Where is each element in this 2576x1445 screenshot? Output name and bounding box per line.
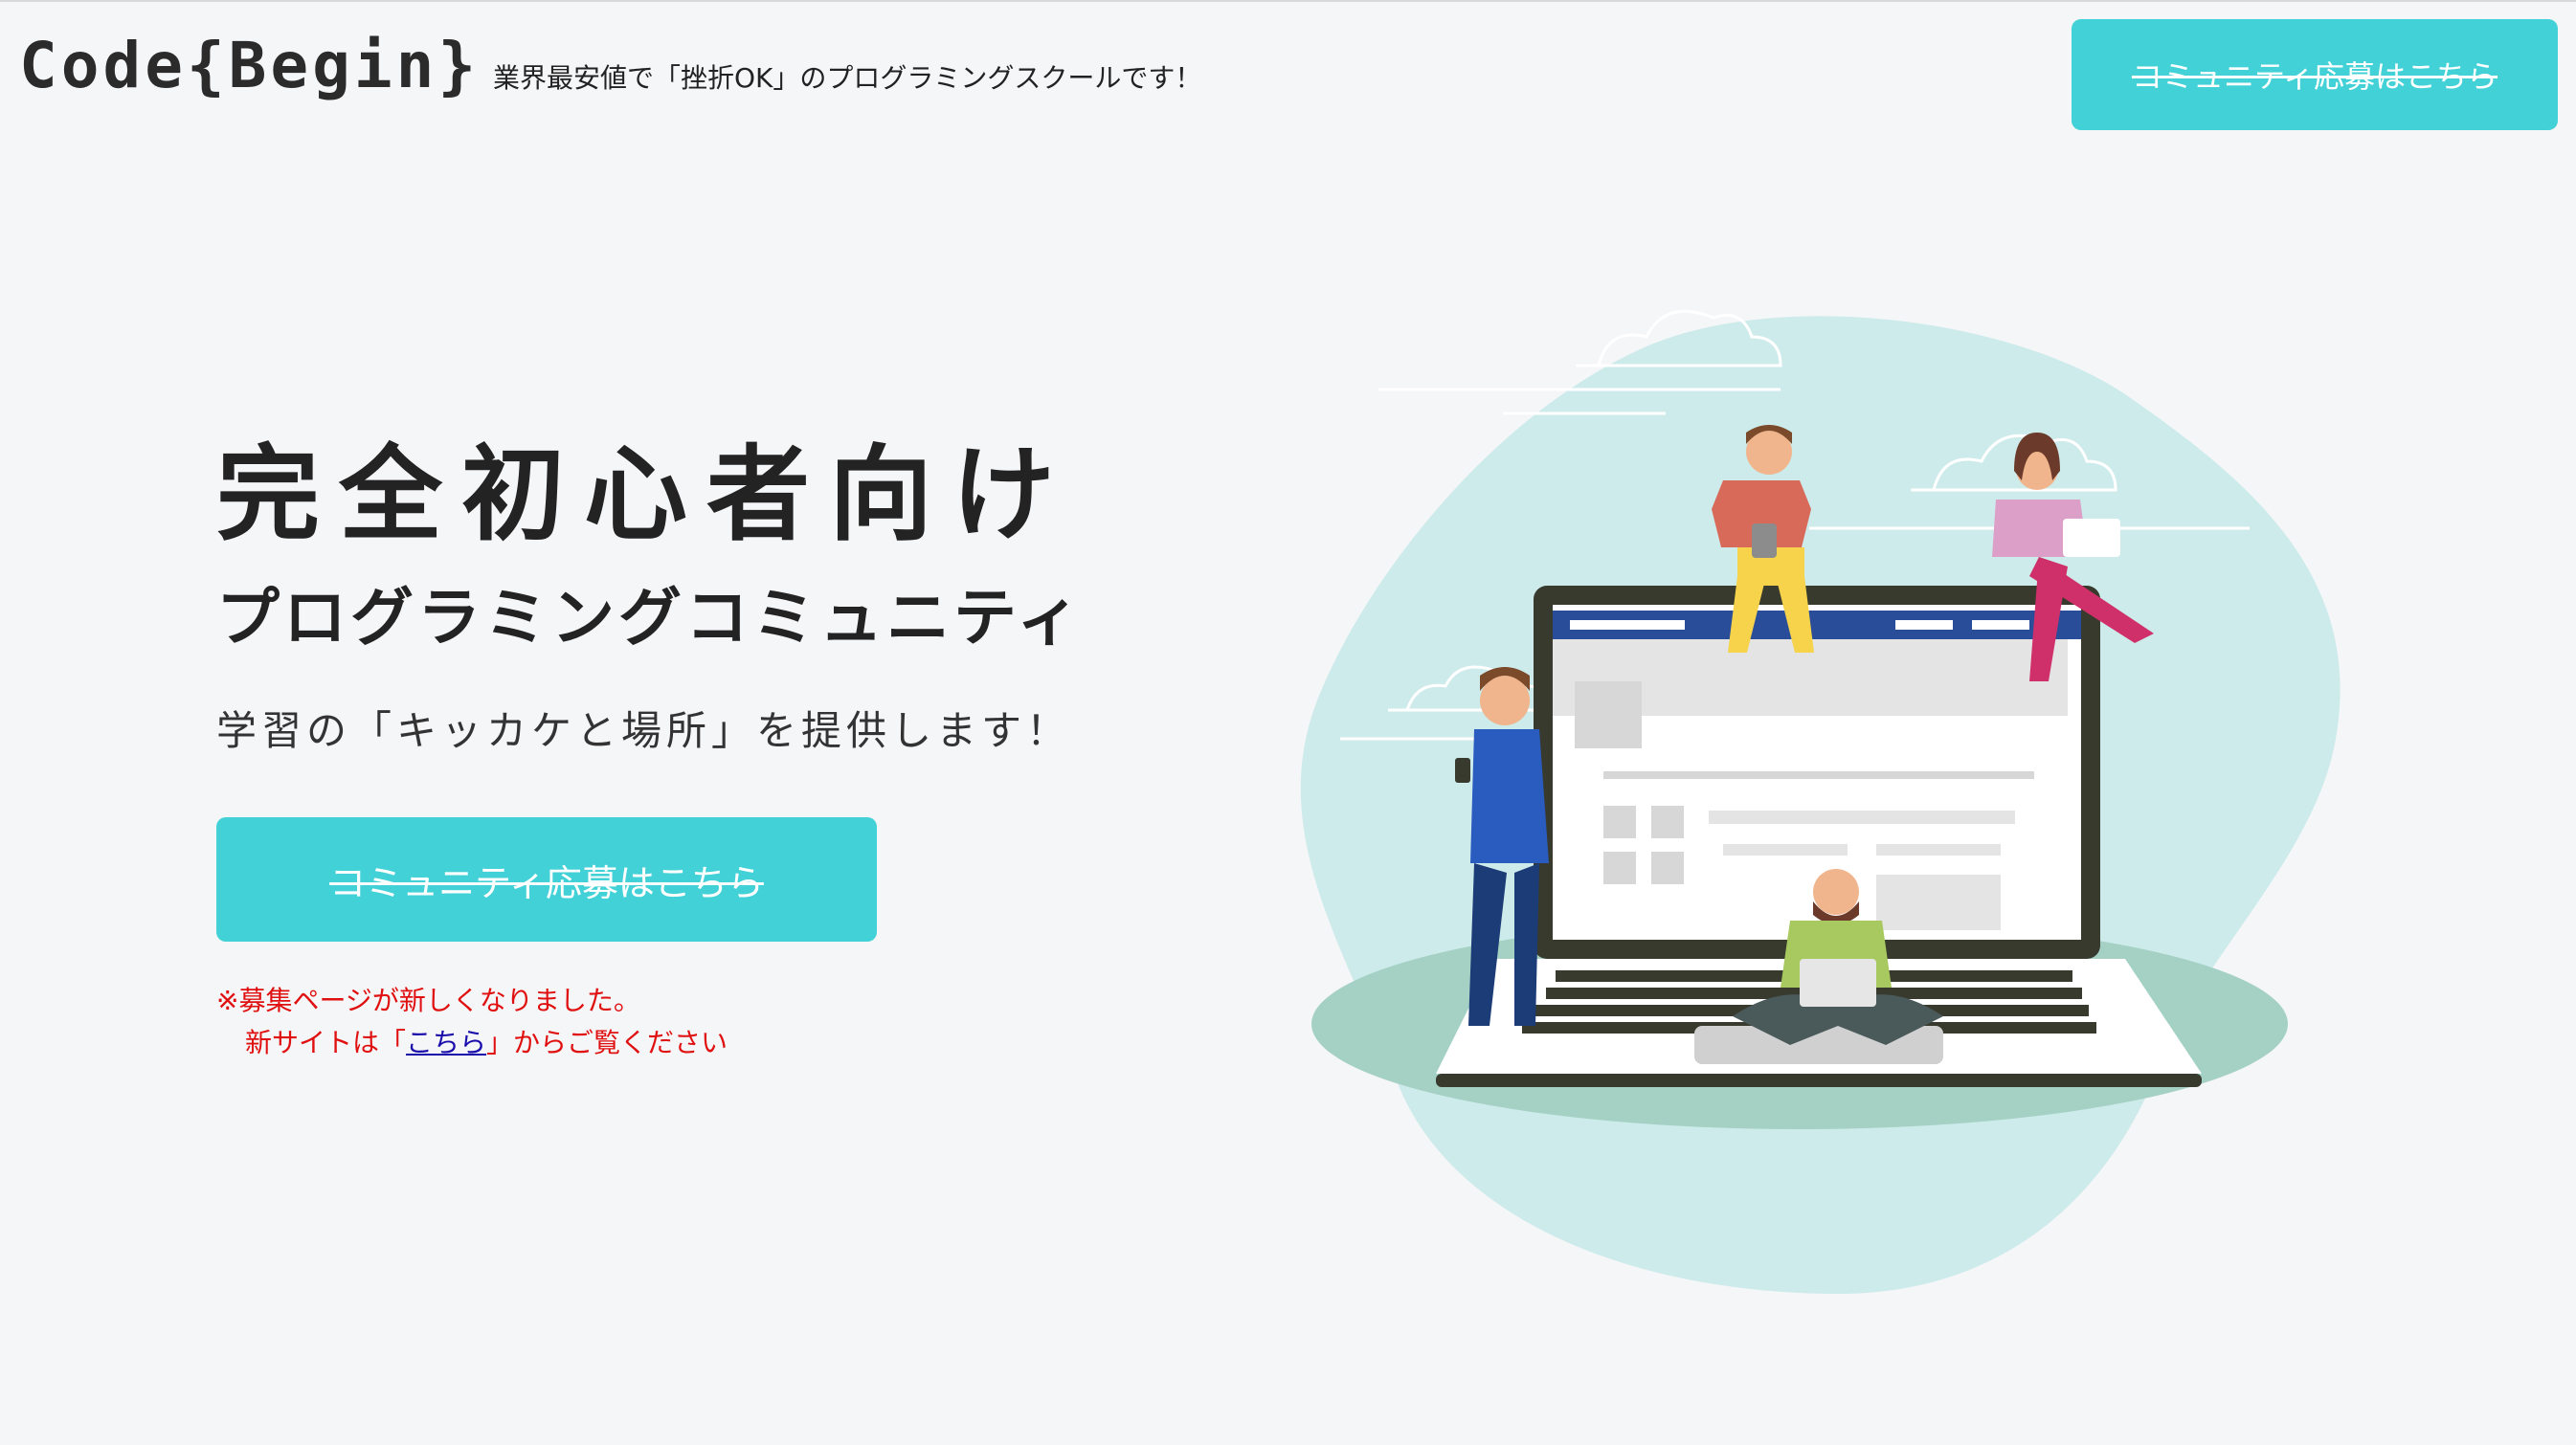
header-tagline: 業界最安値で「挫折OK」のプログラミングスクールです！ (493, 62, 1202, 94)
site-logo[interactable]: Code{Begin} (19, 29, 480, 102)
notice-line-1: ※募集ページが新しくなりました。 (216, 985, 640, 1016)
screen-avatar (1575, 681, 1642, 748)
notice-suffix: 」からご覧ください (486, 1027, 728, 1058)
notice-line-2: 新サイトは「こちら」からご覧ください (216, 1022, 728, 1064)
hero-subtitle: プログラミングコミュニティ (216, 581, 1085, 655)
hero-apply-button[interactable]: コミュニティ応募はこちら (216, 817, 877, 942)
hero-title: 完全初心者向け (216, 435, 1075, 555)
header-apply-button[interactable]: コミュニティ応募はこちら (2072, 19, 2558, 130)
hero-description: 学習の「キッカケと場所」を提供します！ (216, 707, 1072, 754)
new-site-link[interactable]: こちら (406, 1027, 486, 1058)
hero-illustration (1300, 309, 2341, 1294)
notice-message: ※募集ページが新しくなりました。 新サイトは「こちら」からご覧ください (216, 980, 728, 1064)
site-header: Code{Begin} 業界最安値で「挫折OK」のプログラミングスクールです！ … (0, 2, 2576, 136)
notice-prefix: 新サイトは「 (245, 1027, 407, 1058)
